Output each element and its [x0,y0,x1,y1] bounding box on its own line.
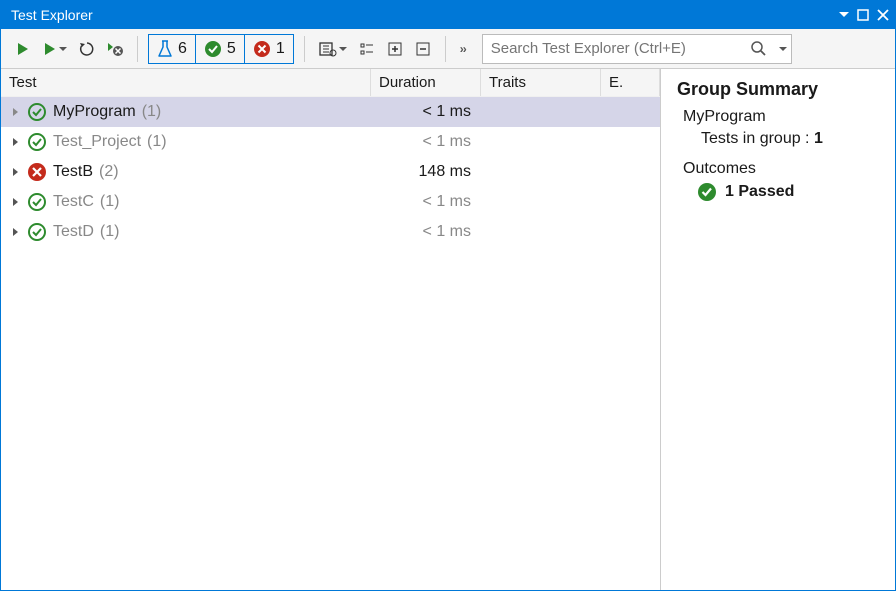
test-duration: 148 ms [371,163,481,181]
window-menu-icon[interactable] [839,10,849,20]
overflow-button[interactable]: ›› [456,42,470,56]
summary-tests-line: Tests in group : 1 [677,130,885,148]
test-duration: < 1 ms [371,193,481,211]
status-icon [27,222,47,242]
group-by-button[interactable] [355,35,379,63]
test-row[interactable]: TestC (1) < 1 ms [1,187,660,217]
filter-total[interactable]: 6 [149,35,196,63]
test-count: (1) [100,193,120,211]
test-row[interactable]: Test_Project (1) < 1 ms [1,127,660,157]
test-name: MyProgram [53,103,136,121]
expand-icon[interactable] [9,108,21,116]
filter-passed[interactable]: 5 [196,35,245,63]
run-failed-button[interactable] [103,35,127,63]
column-traits[interactable]: Traits [481,69,601,96]
filter-failed[interactable]: 1 [245,35,293,63]
expand-all-button[interactable] [383,35,407,63]
test-name: TestD [53,223,94,241]
pass-icon [697,182,717,202]
status-icon [27,162,47,182]
summary-outcomes-label: Outcomes [677,160,885,178]
test-rows: MyProgram (1) < 1 ms Test_Project (1) < 1 m… [1,97,660,590]
expand-icon[interactable] [9,198,21,206]
summary-heading: Group Summary [677,79,885,100]
separator [445,36,446,62]
playlist-button[interactable] [315,35,351,63]
search-icon[interactable] [745,41,773,57]
search-dropdown[interactable] [773,35,791,63]
summary-group-name: MyProgram [677,108,885,126]
expand-icon[interactable] [9,228,21,236]
run-button[interactable] [39,35,71,63]
toolbar: 6 5 1 ›› [1,29,895,69]
test-count: (1) [142,103,162,121]
status-icon [27,192,47,212]
pass-icon [204,40,222,58]
test-count: (1) [147,133,167,151]
separator [304,36,305,62]
repeat-run-button[interactable] [75,35,99,63]
flask-icon [157,40,173,58]
expand-icon[interactable] [9,138,21,146]
search-input[interactable] [483,40,745,57]
filter-total-count: 6 [178,40,187,58]
titlebar: Test Explorer [1,1,895,29]
filter-passed-count: 5 [227,40,236,58]
column-duration[interactable]: Duration [371,69,481,96]
test-row[interactable]: TestB (2) 148 ms [1,157,660,187]
filter-failed-count: 1 [276,40,285,58]
test-name: Test_Project [53,133,141,151]
test-count: (2) [99,163,119,181]
status-icon [27,132,47,152]
test-row[interactable]: TestD (1) < 1 ms [1,217,660,247]
expand-icon[interactable] [9,168,21,176]
window-title: Test Explorer [7,7,839,23]
test-count: (1) [100,223,120,241]
status-icon [27,102,47,122]
search-box[interactable] [482,34,792,64]
column-error[interactable]: E. [601,69,660,96]
test-name: TestC [53,193,94,211]
test-duration: < 1 ms [371,103,481,121]
filter-group: 6 5 1 [148,34,294,64]
column-test[interactable]: Test [1,69,371,96]
column-headers: Test Duration Traits E. [1,69,660,97]
fail-icon [253,40,271,58]
test-list-panel: Test Duration Traits E. MyProgram (1) < 1… [1,69,661,590]
close-icon[interactable] [877,9,889,21]
run-all-button[interactable] [11,35,35,63]
test-row[interactable]: MyProgram (1) < 1 ms [1,97,660,127]
maximize-icon[interactable] [857,9,869,21]
separator [137,36,138,62]
test-duration: < 1 ms [371,133,481,151]
test-name: TestB [53,163,93,181]
summary-panel: Group Summary MyProgram Tests in group :… [667,69,895,590]
test-duration: < 1 ms [371,223,481,241]
collapse-all-button[interactable] [411,35,435,63]
summary-outcome: 1 Passed [677,182,885,202]
